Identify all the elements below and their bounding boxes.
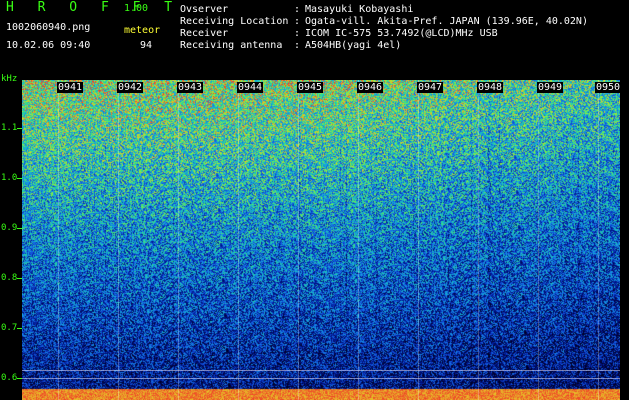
time-label: 0945 [297,82,324,93]
time-gridline [418,80,419,400]
antenna-label: Receiving antenna [180,40,283,51]
location-value: Ogata-vill. Akita-Pref. JAPAN (139.96E, … [305,16,588,27]
y-tick-label: 0.6 [1,373,18,383]
meteor-count: 94 [140,40,153,51]
observer-value: Masayuki Kobayashi [305,4,414,15]
observer-label: Ovserver [180,4,229,15]
antenna-value: A504HB(yagi 4el) [305,40,402,51]
marker-line [22,370,620,371]
colon-separator: : [294,4,301,15]
time-gridline [298,80,299,400]
y-tick-label: 0.8 [1,273,18,283]
time-gridline [478,80,479,400]
app-version: 1.00 [124,3,149,14]
time-gridline [58,80,59,400]
y-tick-label: 1.0 [1,173,18,183]
colon-separator: : [294,28,301,39]
colon-separator: : [294,16,301,27]
time-label: 0946 [357,82,384,93]
time-gridline [238,80,239,400]
time-label: 0948 [477,82,504,93]
app-title: H R O F F T [6,0,181,15]
time-label: 0949 [537,82,564,93]
location-label: Receiving Location [180,16,289,27]
y-tick-label: 0.9 [1,223,18,233]
spectrogram-canvas [22,80,620,400]
time-label: 0943 [177,82,204,93]
time-label: 0950 [595,82,622,93]
meteor-label: meteor [124,25,161,36]
frequency-axis: kHz 1.1 1.0 0.9 0.8 0.7 0.6 [0,75,22,400]
receiver-label: Receiver [180,28,229,39]
spectrogram-plot: 0941 0942 0943 0944 0945 0946 0947 0948 … [22,80,622,400]
time-label: 0942 [117,82,144,93]
time-gridline [118,80,119,400]
y-tick-label: 0.7 [1,323,18,333]
colon-separator: : [294,40,301,51]
time-gridline [538,80,539,400]
y-tick-label: 1.1 [1,123,18,133]
marker-line [22,378,620,379]
time-label: 0941 [57,82,84,93]
time-gridline [358,80,359,400]
time-label: 0947 [417,82,444,93]
time-gridline [178,80,179,400]
filename-label: 1002060940.png [6,22,91,33]
right-margin [620,80,629,400]
time-label: 0944 [237,82,264,93]
receiver-value: ICOM IC-575 53.7492(@LCD)MHz USB [305,28,498,39]
header-panel: H R O F F T 1.00 1002060940.png 10.02.06… [0,0,629,80]
time-gridline [598,80,599,400]
axis-unit-label: kHz [1,74,18,84]
datetime-label: 10.02.06 09:40 [6,40,91,51]
